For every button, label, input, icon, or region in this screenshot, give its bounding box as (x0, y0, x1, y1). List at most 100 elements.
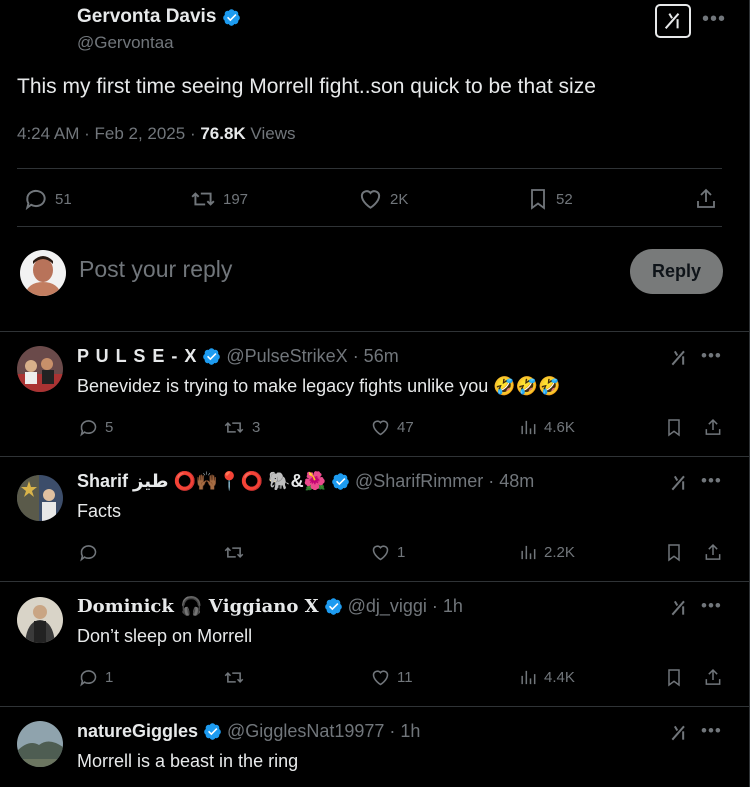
more-options-icon[interactable]: ••• (701, 596, 722, 616)
post-detail: Gervonta Davis @Gervontaa ••• This my fi… (0, 0, 750, 787)
reply-count: 51 (55, 190, 72, 208)
tweet-meta: 4:24 AM · Feb 2, 2025 · 76.8K Views (17, 124, 295, 144)
share-icon (705, 668, 721, 685)
reply-item[interactable]: P U L S E - X @PulseStrikeX · 56m Benevi… (0, 332, 749, 456)
views-action[interactable]: 2.2K (518, 542, 575, 563)
reply-author-name[interactable]: 𝐃𝐨𝐦𝐢𝐧𝐢𝐜𝐤 🎧 𝐕𝐢𝐠𝐠𝐢𝐚𝐧𝐨 𝐗 (77, 596, 319, 617)
avatar-image (17, 597, 63, 643)
more-options-icon[interactable]: ••• (701, 721, 722, 741)
grok-button[interactable] (655, 4, 691, 38)
reply-text: Don’t sleep on Morrell (77, 626, 253, 646)
reply-avatar[interactable] (17, 346, 63, 392)
tweet-action-bar: 51 197 2K 52 (0, 180, 749, 216)
share-icon (705, 543, 721, 560)
reply-text: Benevidez is trying to make legacy fight… (77, 376, 561, 396)
reply-avatar[interactable] (17, 721, 63, 767)
bookmark-icon (668, 544, 680, 562)
share-action[interactable] (703, 542, 723, 563)
reply-input[interactable]: Post your reply (79, 256, 232, 283)
reply-author-name[interactable]: P U L S E - X (77, 346, 197, 367)
heart-icon (372, 545, 389, 561)
like-count: 1 (397, 544, 406, 561)
more-options-icon[interactable]: ••• (701, 471, 722, 491)
reply-action[interactable]: 5 (78, 417, 113, 438)
like-count: 11 (397, 669, 413, 686)
repost-icon (224, 547, 244, 558)
reply-action[interactable]: 1 (78, 667, 113, 688)
avatar-image (17, 346, 63, 392)
bookmark-action[interactable]: 52 (526, 186, 573, 212)
reply-icon (25, 189, 46, 211)
reply-action-bar: 1 2.2K (0, 542, 749, 566)
author-handle[interactable]: @Gervontaa (77, 33, 174, 53)
views-icon (521, 670, 536, 685)
views-icon (521, 545, 536, 560)
like-action[interactable]: 1 (370, 542, 405, 563)
repost-action[interactable] (222, 667, 252, 688)
like-count: 47 (397, 419, 414, 436)
reply-author-handle[interactable]: @SharifRimmer · 48m (355, 471, 534, 492)
heart-icon (372, 420, 389, 436)
bookmark-action[interactable] (664, 417, 684, 438)
like-action[interactable]: 11 (370, 667, 413, 688)
tweet-text: This my first time seeing Morrell fight.… (17, 75, 596, 98)
bookmark-icon (668, 669, 680, 687)
repost-icon (224, 422, 244, 433)
reply-item[interactable]: natureGiggles @GigglesNat19977 · 1h Morr… (0, 707, 749, 787)
like-action[interactable]: 2K (357, 186, 408, 212)
bookmark-action[interactable] (664, 542, 684, 563)
reply-avatar[interactable] (17, 475, 63, 521)
verified-badge-icon (203, 348, 221, 365)
grok-icon[interactable] (669, 348, 689, 368)
reply-item[interactable]: Sharif طيز ⭕🙌🏾📍⭕ 🐘&🌺 @SharifRimmer · 48m… (0, 457, 749, 581)
reply-author-name[interactable]: Sharif طيز ⭕🙌🏾📍⭕ 🐘&🌺 (77, 471, 326, 492)
grok-icon[interactable] (669, 723, 689, 743)
reply-text: Facts (77, 501, 122, 521)
reply-action-bar: 5 3 47 4.6K (0, 417, 749, 441)
reply-button[interactable]: Reply (630, 249, 723, 294)
reply-author-handle[interactable]: @PulseStrikeX · 56m (226, 346, 398, 367)
grok-icon[interactable] (669, 473, 689, 493)
reply-item[interactable]: 𝐃𝐨𝐦𝐢𝐧𝐢𝐜𝐤 🎧 𝐕𝐢𝐠𝐠𝐢𝐚𝐧𝐨 𝐗 @dj_viggi · 1h Don… (0, 582, 749, 706)
repost-action[interactable]: 197 (189, 186, 248, 212)
heart-icon (360, 190, 381, 209)
my-avatar[interactable] (20, 250, 66, 296)
bookmark-action[interactable] (664, 667, 684, 688)
bookmark-count: 52 (556, 190, 573, 208)
tweet-timestamp[interactable]: 4:24 AM · Feb 2, 2025 · (17, 124, 200, 143)
views-count: 76.8K (200, 124, 246, 143)
reply-icon (80, 420, 97, 437)
more-options-icon[interactable]: ••• (702, 8, 726, 31)
views-icon (521, 420, 536, 435)
reply-count: 5 (105, 419, 114, 436)
reply-header: P U L S E - X @PulseStrikeX · 56m (77, 346, 399, 367)
author-name[interactable]: Gervonta Davis (77, 6, 241, 28)
share-action[interactable] (703, 667, 723, 688)
more-options-icon[interactable]: ••• (701, 346, 722, 366)
views-action[interactable]: 4.4K (518, 667, 575, 688)
share-action[interactable] (694, 186, 718, 212)
reply-author-handle[interactable]: @GigglesNat19977 · 1h (227, 721, 420, 742)
reply-author-name[interactable]: natureGiggles (77, 721, 198, 742)
views-count: 2.2K (544, 544, 575, 561)
views-count: 4.6K (544, 419, 575, 436)
reply-icon (80, 670, 97, 687)
views-count: 4.4K (544, 669, 575, 686)
reply-header: Sharif طيز ⭕🙌🏾📍⭕ 🐘&🌺 @SharifRimmer · 48m (77, 471, 534, 492)
reply-icon (80, 545, 97, 562)
reply-avatar[interactable] (17, 597, 63, 643)
grok-icon[interactable] (669, 598, 689, 618)
divider (17, 168, 722, 169)
avatar-image (20, 250, 66, 296)
reply-action[interactable] (78, 542, 105, 563)
author-name-text[interactable]: Gervonta Davis (77, 6, 216, 28)
repost-icon (191, 192, 215, 206)
repost-action[interactable]: 3 (222, 417, 260, 438)
views-action[interactable]: 4.6K (518, 417, 575, 438)
repost-action[interactable] (222, 542, 252, 563)
share-action[interactable] (703, 417, 723, 438)
reply-action[interactable]: 51 (23, 186, 72, 212)
reply-author-handle[interactable]: @dj_viggi · 1h (348, 596, 463, 617)
like-action[interactable]: 47 (370, 417, 414, 438)
reply-header: 𝐃𝐨𝐦𝐢𝐧𝐢𝐜𝐤 🎧 𝐕𝐢𝐠𝐠𝐢𝐚𝐧𝐨 𝐗 @dj_viggi · 1h (77, 596, 463, 617)
